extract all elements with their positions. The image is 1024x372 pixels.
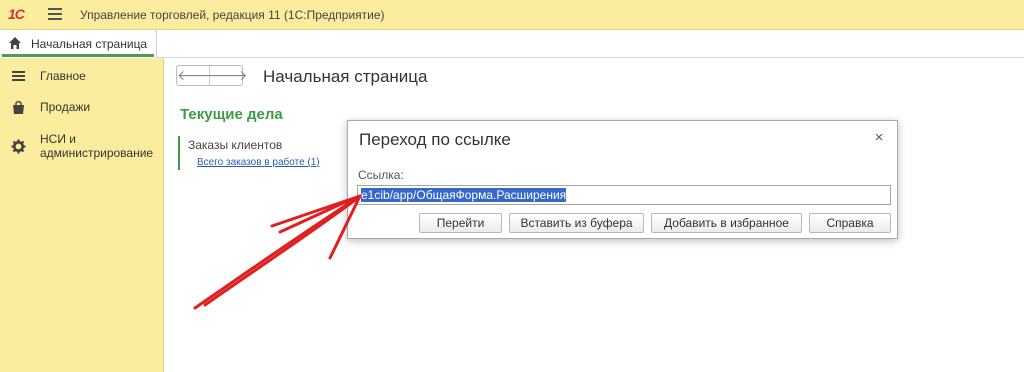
app-title: Управление торговлей, редакция 11 (1С:Пр… xyxy=(80,8,385,22)
shopping-bag-icon xyxy=(13,100,24,114)
add-to-favorites-button[interactable]: Добавить в избранное xyxy=(651,213,802,233)
gear-icon xyxy=(11,139,26,154)
tab-bar: Начальная страница xyxy=(0,30,1024,58)
link-input-value: e1cib/app/ОбщаяФорма.Расширения xyxy=(361,188,567,202)
sidebar-item-admin[interactable]: НСИ и администрирование xyxy=(0,130,164,164)
task-label: Заказы клиентов xyxy=(188,138,283,152)
sidebar-item-label: Главное xyxy=(40,69,86,83)
task-group xyxy=(178,136,188,170)
title-bar: 1С Управление торговлей, редакция 11 (1С… xyxy=(0,0,1024,30)
task-link-orders[interactable]: Всего заказов в работе (1) xyxy=(197,157,320,168)
app-logo[interactable]: 1С xyxy=(8,6,25,22)
paste-from-clipboard-button[interactable]: Вставить из буфера xyxy=(509,213,644,233)
sidebar-item-main[interactable]: Главное xyxy=(0,67,164,87)
close-icon[interactable]: × xyxy=(871,130,887,146)
go-button[interactable]: Перейти xyxy=(419,213,502,233)
dialog-title: Переход по ссылке xyxy=(359,130,511,149)
go-to-link-dialog: Переход по ссылке × Ссылка: e1cib/app/Об… xyxy=(347,120,898,239)
menu-lines-icon xyxy=(12,71,25,81)
tab-home-label: Начальная страница xyxy=(31,37,148,51)
sidebar-item-sales[interactable]: Продажи xyxy=(0,98,164,118)
tab-home-page[interactable]: Начальная страница xyxy=(0,30,157,58)
history-nav: 🡐 🡒 xyxy=(176,65,248,86)
forward-button[interactable]: 🡒 xyxy=(210,66,248,85)
section-title-current-tasks: Текущие дела xyxy=(180,106,283,123)
link-field-label: Ссылка: xyxy=(358,168,404,182)
home-icon xyxy=(9,37,21,49)
sidebar: Главное Продажи НСИ и администрирование xyxy=(0,58,164,372)
page-title: Начальная страница xyxy=(263,67,428,86)
sidebar-item-label: Продажи xyxy=(40,100,91,114)
main-menu-icon[interactable] xyxy=(48,8,62,20)
sidebar-item-label: НСИ и администрирование xyxy=(40,132,154,160)
back-button[interactable]: 🡐 xyxy=(177,66,215,85)
link-input[interactable]: e1cib/app/ОбщаяФорма.Расширения xyxy=(357,185,891,205)
help-button[interactable]: Справка xyxy=(809,213,891,233)
